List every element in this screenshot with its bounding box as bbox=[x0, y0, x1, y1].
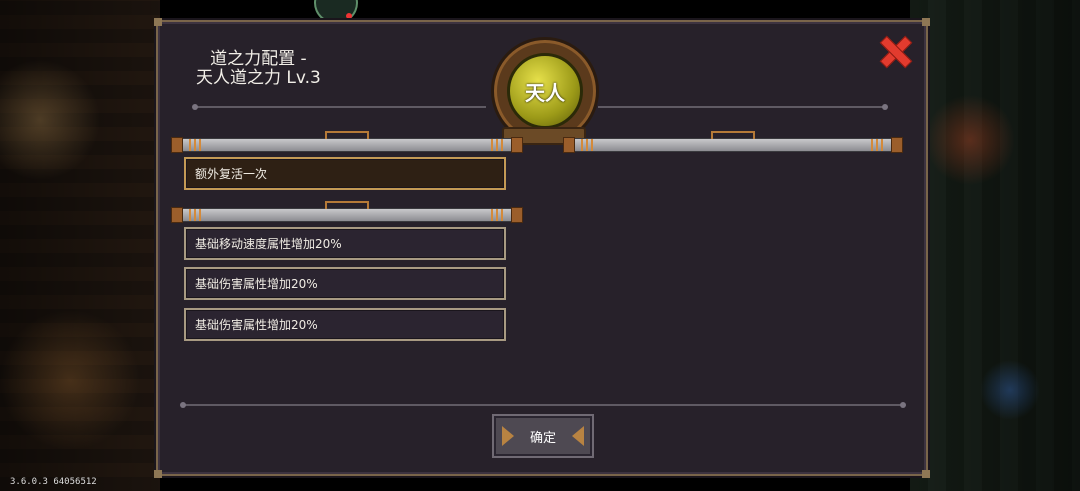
scroll-bar-right bbox=[563, 131, 903, 153]
option-label: 基础伤害属性增加20% bbox=[195, 318, 318, 332]
corner-ornament bbox=[154, 18, 162, 26]
title-line-1: 道之力配置 - bbox=[210, 49, 307, 69]
title-line-2: 天人道之力 Lv.3 bbox=[196, 68, 321, 88]
divider-dot bbox=[882, 104, 888, 110]
option-move-speed[interactable]: 基础移动速度属性增加20% bbox=[184, 227, 506, 260]
option-label: 基础伤害属性增加20% bbox=[195, 277, 318, 291]
dao-power-config-dialog: 道之力配置 - 天人道之力 Lv.3 天人 额外复活一次 基础移动速度属性增加2… bbox=[154, 18, 930, 478]
corner-ornament bbox=[922, 18, 930, 26]
divider-dot bbox=[180, 402, 186, 408]
option-damage-1[interactable]: 基础伤害属性增加20% bbox=[184, 267, 506, 300]
arrow-left-icon bbox=[502, 426, 514, 446]
confirm-label: 确定 bbox=[529, 430, 556, 446]
scroll-bar-group2 bbox=[171, 201, 523, 223]
emblem-glyph: 天人 bbox=[525, 80, 565, 105]
divider-dot bbox=[900, 402, 906, 408]
header-divider-left bbox=[196, 106, 486, 108]
version-label: 3.6.0.3 64056512 bbox=[10, 477, 97, 487]
option-label: 基础移动速度属性增加20% bbox=[195, 237, 342, 251]
notification-dot bbox=[346, 13, 352, 19]
confirm-button[interactable]: 确定 bbox=[494, 416, 592, 456]
arrow-right-icon bbox=[572, 426, 584, 446]
background-right bbox=[910, 0, 1080, 491]
option-extra-revive[interactable]: 额外复活一次 bbox=[184, 157, 506, 190]
option-label: 额外复活一次 bbox=[195, 167, 268, 181]
corner-ornament bbox=[154, 470, 162, 478]
dialog-title: 道之力配置 - 天人道之力 Lv.3 bbox=[196, 50, 321, 88]
footer-divider bbox=[184, 404, 904, 406]
corner-ornament bbox=[922, 470, 930, 478]
option-damage-2[interactable]: 基础伤害属性增加20% bbox=[184, 308, 506, 341]
close-button[interactable] bbox=[880, 36, 910, 66]
divider-dot bbox=[192, 104, 198, 110]
scroll-bar-group1 bbox=[171, 131, 523, 153]
header-divider-right bbox=[598, 106, 886, 108]
background-left bbox=[0, 0, 160, 491]
